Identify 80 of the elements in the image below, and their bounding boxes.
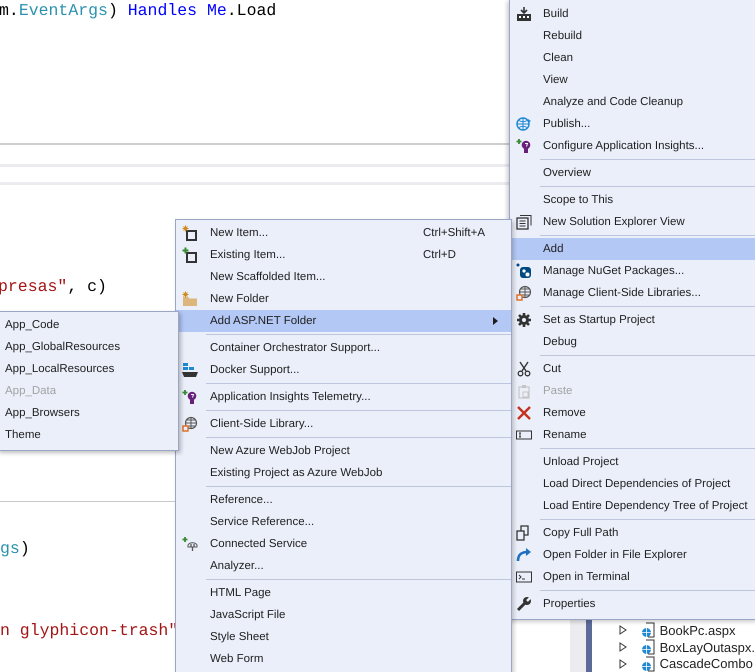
- menu-item[interactable]: Scope to This: [510, 189, 755, 211]
- menu-item[interactable]: View: [510, 69, 755, 91]
- menu-item[interactable]: Publish...: [510, 113, 755, 135]
- web-file-icon: [640, 622, 657, 638]
- menu-item[interactable]: Set as Startup Project: [510, 309, 755, 331]
- curved-arrow-icon: [516, 547, 532, 563]
- collapsed-arrow-icon[interactable]: [618, 625, 627, 636]
- lightbulb-plus-icon: [516, 138, 532, 154]
- globe-icon: [516, 116, 532, 132]
- menu-item[interactable]: New Azure WebJob Project: [176, 440, 511, 462]
- menu-item[interactable]: Copy Full Path: [510, 522, 755, 544]
- collapsed-arrow-icon[interactable]: [618, 642, 627, 652]
- code-line: m.EventArgs) Handles Me.Load: [0, 1, 276, 20]
- menu-item[interactable]: Build: [510, 3, 755, 25]
- menu-item[interactable]: Clean: [510, 47, 755, 69]
- menu-item[interactable]: Analyzer...: [176, 555, 511, 577]
- clipboard-icon: [516, 383, 532, 399]
- file-name[interactable]: BookPc.aspx: [660, 622, 736, 638]
- container-stack-icon: [182, 362, 198, 378]
- menu-item[interactable]: Add: [510, 238, 755, 260]
- menu-item[interactable]: Connected Service: [176, 533, 511, 555]
- menu-item[interactable]: Application Insights Telemetry...: [176, 386, 511, 408]
- menu-item[interactable]: Client-Side Library...: [176, 413, 511, 435]
- menu-item[interactable]: Rename: [510, 424, 755, 446]
- menu-item[interactable]: Properties: [510, 593, 755, 615]
- file-name[interactable]: BoxLayOutaspx.: [660, 640, 755, 654]
- menu-item[interactable]: Remove: [510, 402, 755, 424]
- menu-item[interactable]: Configure Application Insights...: [510, 135, 755, 157]
- folder-icon: [182, 291, 198, 307]
- square-plus-icon: [182, 247, 198, 263]
- menu-item[interactable]: Service Reference...: [176, 511, 511, 533]
- menu-item[interactable]: App_Code: [0, 314, 178, 336]
- collapsed-arrow-icon[interactable]: [618, 658, 627, 669]
- web-file-icon: [640, 639, 657, 655]
- menu-item[interactable]: Docker Support...: [176, 359, 511, 381]
- menu-item[interactable]: Manage NuGet Packages...: [510, 260, 755, 282]
- menu-item[interactable]: App_Browsers: [0, 402, 178, 424]
- code-line: gs): [0, 539, 30, 558]
- lightbulb-plus-icon: [182, 389, 198, 405]
- gear-icon: [516, 312, 532, 328]
- menu-item[interactable]: Add ASP.NET Folder: [176, 310, 511, 332]
- menu-item[interactable]: Cut: [510, 358, 755, 380]
- menu-item[interactable]: Analyze and Code Cleanup: [510, 91, 755, 113]
- wrench-icon: [516, 596, 532, 612]
- menu-item[interactable]: Unload Project: [510, 451, 755, 473]
- menu-item[interactable]: HTML Page: [176, 582, 511, 604]
- menu-item[interactable]: Theme: [0, 424, 178, 446]
- menu-item[interactable]: Reference...: [176, 489, 511, 511]
- plug-plus-icon: [182, 536, 198, 552]
- menu-item[interactable]: Load Entire Dependency Tree of Project: [510, 495, 755, 517]
- menu-item[interactable]: New Folder: [176, 288, 511, 310]
- menu-item[interactable]: New Scaffolded Item...: [176, 266, 511, 288]
- menu-item[interactable]: Style Sheet: [176, 626, 511, 648]
- menu-item[interactable]: App_LocalResources: [0, 358, 178, 380]
- menu-item[interactable]: Rebuild: [510, 25, 755, 47]
- globe-icon: [516, 285, 532, 301]
- terminal-icon: [516, 569, 532, 585]
- menu-item[interactable]: App_GlobalResources: [0, 336, 178, 358]
- scissors-icon: [516, 361, 532, 377]
- menu-item[interactable]: Container Orchestrator Support...: [176, 337, 511, 359]
- menu-item[interactable]: Web Form: [176, 648, 511, 670]
- menu-item[interactable]: JavaScript File: [176, 604, 511, 626]
- menu-item[interactable]: Open Folder in File Explorer: [510, 544, 755, 566]
- globe-icon: [182, 416, 198, 432]
- menu-item[interactable]: Existing Item... Ctrl+D: [176, 244, 511, 266]
- cross-icon: [516, 405, 532, 421]
- dots-square-icon: [516, 263, 532, 279]
- menu-item[interactable]: Open in Terminal: [510, 566, 755, 588]
- menu-item[interactable]: Overview: [510, 162, 755, 184]
- menu-item[interactable]: Debug: [510, 331, 755, 353]
- window-list-icon: [516, 214, 532, 230]
- tray-arrow-icon: [516, 6, 532, 22]
- square-sparkle-icon: [182, 225, 198, 241]
- menu-item[interactable]: New Solution Explorer View: [510, 211, 755, 233]
- menu-item[interactable]: New Item... Ctrl+Shift+A: [176, 222, 511, 244]
- menu-item[interactable]: Existing Project as Azure WebJob: [176, 462, 511, 484]
- code-line: n glyphicon-trash": [0, 621, 178, 640]
- file-name[interactable]: CascadeCombo: [660, 656, 753, 672]
- menu-item[interactable]: Manage Client-Side Libraries...: [510, 282, 755, 304]
- menu-item[interactable]: Load Direct Dependencies of Project: [510, 473, 755, 495]
